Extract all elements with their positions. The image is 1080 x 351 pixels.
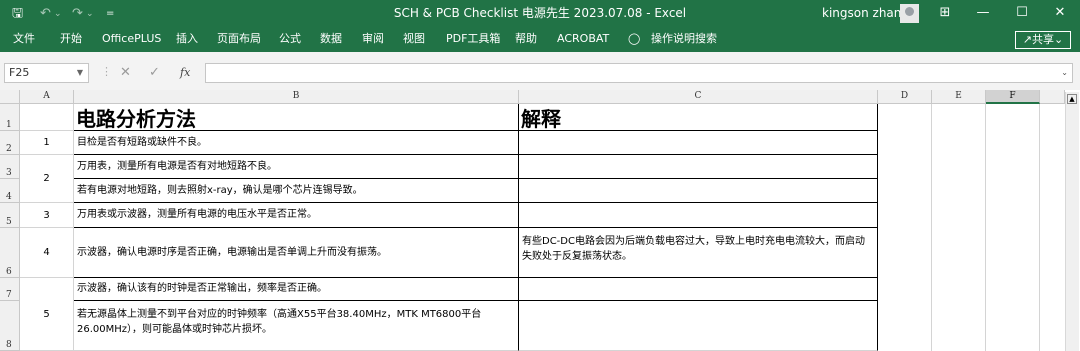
tab-officeplus[interactable]: OfficePLUS [102, 28, 161, 52]
tab-data[interactable]: 数据 [320, 28, 342, 52]
cell-b4[interactable]: 若有电源对地短路，则去照射x-ray，确认是哪个芯片连锡导致。 [74, 179, 519, 203]
row-header-4[interactable]: 4 [0, 179, 20, 203]
separator-icon: ⋮ [101, 65, 112, 78]
cell-b6[interactable]: 示波器，确认电源时序是否正确，电源输出是否单调上升而没有振荡。 [74, 228, 519, 278]
tab-formulas[interactable]: 公式 [279, 28, 301, 52]
cell-c6[interactable]: 有些DC-DC电路会因为后端负载电容过大，导致上电时充电电流较大，而启动失败处于… [519, 228, 878, 278]
cell-a3[interactable]: 2 [20, 155, 74, 203]
tab-review[interactable]: 审阅 [362, 28, 384, 52]
share-icon: ↗ [1022, 33, 1032, 46]
lightbulb-icon: ◯ [628, 32, 641, 45]
row-header-8[interactable]: 8 [0, 301, 20, 351]
formula-input[interactable]: ⌄ [205, 63, 1073, 83]
cell-b1[interactable]: 电路分析方法 [74, 104, 519, 131]
row-number: 1 [6, 120, 12, 130]
cell-c5[interactable] [519, 203, 878, 228]
row-number: 4 [6, 192, 12, 202]
row-number: 7 [6, 290, 12, 300]
row-header-1[interactable]: 1 [0, 104, 20, 131]
share-label: 共享 [1032, 33, 1054, 46]
cell-a6[interactable]: 4 [20, 228, 74, 278]
cell-a5[interactable]: 3 [20, 203, 74, 228]
tab-file[interactable]: 文件 [13, 28, 35, 52]
insert-function-icon[interactable]: fx [180, 65, 190, 81]
column-header-e[interactable]: E [932, 90, 986, 104]
cell-b8[interactable]: 若无源晶体上测量不到平台对应的时钟频率（高通X55平台38.40MHz，MTK … [74, 301, 519, 351]
column-header-d[interactable]: D [878, 90, 932, 104]
row-header-6[interactable]: 6 [0, 228, 20, 278]
column-e-cells[interactable] [932, 104, 986, 351]
column-header-c[interactable]: C [519, 90, 878, 104]
cell-b2[interactable]: 目检是否有短路或缺件不良。 [74, 131, 519, 155]
column-d-cells[interactable] [878, 104, 932, 351]
tab-home[interactable]: 开始 [60, 28, 82, 52]
name-box-value: F25 [9, 66, 30, 79]
user-name[interactable]: kingson zhang [822, 0, 909, 26]
tab-help[interactable]: 帮助 [515, 28, 537, 52]
cell-b3[interactable]: 万用表，测量所有电源是否有对地短路不良。 [74, 155, 519, 179]
close-button[interactable]: ✕ [1043, 0, 1077, 28]
cell-a2[interactable]: 1 [20, 131, 74, 155]
cell-b7[interactable]: 示波器，确认该有的时钟是否正常输出，频率是否正确。 [74, 278, 519, 301]
vertical-scrollbar[interactable]: ▲ [1065, 92, 1079, 351]
cell-c7[interactable] [519, 278, 878, 301]
cell-c3[interactable] [519, 155, 878, 179]
expand-formula-icon[interactable]: ⌄ [1061, 68, 1068, 77]
name-box[interactable]: F25 ▼ [4, 63, 89, 83]
tab-pdf-toolbox[interactable]: PDF工具箱 [446, 28, 500, 52]
cell-c4[interactable] [519, 179, 878, 203]
redo-dropdown-icon[interactable]: ⌄ [86, 0, 94, 28]
row-number: 6 [6, 267, 12, 277]
chevron-down-icon[interactable]: ▼ [77, 64, 83, 82]
redo-icon[interactable]: ↷ [72, 0, 83, 28]
save-icon[interactable]: 🖫 [12, 0, 23, 28]
row-number: 5 [6, 217, 12, 227]
scroll-up-icon[interactable]: ▲ [1067, 94, 1077, 104]
share-button[interactable]: ↗共享⌄ [1015, 31, 1071, 49]
undo-dropdown-icon[interactable]: ⌄ [54, 0, 62, 28]
tab-page-layout[interactable]: 页面布局 [217, 28, 261, 52]
row-number: 3 [6, 168, 12, 178]
ribbon-display-icon[interactable]: ⊞ [928, 0, 962, 28]
tab-acrobat[interactable]: ACROBAT [557, 28, 609, 52]
enter-icon[interactable]: ✓ [149, 65, 160, 81]
tab-view[interactable]: 视图 [403, 28, 425, 52]
column-header-f[interactable]: F [986, 90, 1040, 104]
row-header-5[interactable]: 5 [0, 203, 20, 228]
customize-toolbar-icon[interactable]: = [106, 0, 114, 28]
row-header-7[interactable]: 7 [0, 278, 20, 301]
worksheet: A B C D E F 1 2 3 4 5 6 7 8 电路分析方法 解释 1 … [0, 90, 1080, 351]
minimize-button[interactable]: — [966, 0, 1000, 28]
cancel-icon[interactable]: ✕ [120, 65, 131, 81]
column-header-b[interactable]: B [74, 90, 519, 104]
cell-a1[interactable] [20, 104, 74, 131]
ribbon-tabs: 文件 开始 OfficePLUS 插入 页面布局 公式 数据 审阅 视图 PDF… [0, 28, 1080, 52]
column-header-blank [1040, 90, 1065, 104]
column-f-cells[interactable] [986, 104, 1040, 351]
row-header-2[interactable]: 2 [0, 131, 20, 155]
maximize-button[interactable]: ☐ [1005, 0, 1039, 28]
select-all-corner[interactable] [0, 90, 20, 104]
cell-c8[interactable] [519, 301, 878, 351]
formula-bar: F25 ▼ ⋮ ✕ ✓ fx ⌄ [0, 52, 1080, 90]
row-number: 8 [6, 340, 12, 350]
cell-b5[interactable]: 万用表或示波器，测量所有电源的电压水平是否正常。 [74, 203, 519, 228]
title-bar: 🖫 ↶ ⌄ ↷ ⌄ = SCH & PCB Checklist 电源先生 202… [0, 0, 1080, 28]
undo-icon[interactable]: ↶ [40, 0, 51, 28]
avatar[interactable] [900, 4, 919, 23]
cell-a7[interactable]: 5 [20, 278, 74, 351]
tab-insert[interactable]: 插入 [176, 28, 198, 52]
column-header-a[interactable]: A [20, 90, 74, 104]
row-number: 2 [6, 144, 12, 154]
row-header-3[interactable]: 3 [0, 155, 20, 179]
cell-c2[interactable] [519, 131, 878, 155]
tell-me-search[interactable]: 操作说明搜索 [651, 28, 717, 52]
cell-c1[interactable]: 解释 [519, 104, 878, 131]
